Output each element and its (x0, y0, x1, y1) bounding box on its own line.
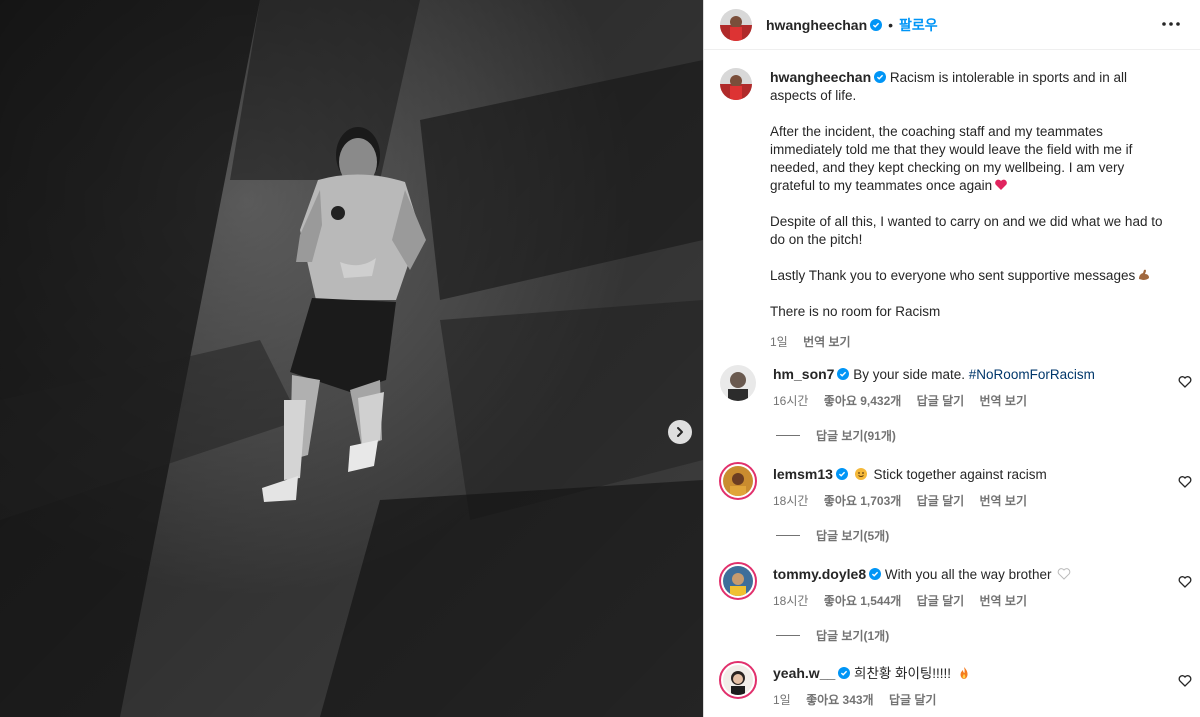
comment-username[interactable]: hm_son7 (773, 366, 834, 382)
caption-username[interactable]: hwangheechan (770, 69, 871, 85)
next-photo-button[interactable] (668, 420, 692, 444)
comment-item: yeah.w__ 희찬황 화이팅!!!!! 1일 좋아요 343개 답글 달기 (719, 661, 1194, 708)
avatar[interactable] (720, 365, 756, 401)
comment-likes[interactable]: 좋아요 343개 (806, 693, 874, 707)
view-replies-label: 답글 보기(5개) (816, 529, 890, 543)
comment-body: lemsm13 Stick together against racism 18… (773, 462, 1194, 509)
smiling-face-icon (854, 468, 867, 480)
verified-badge-icon (838, 667, 851, 679)
avatar[interactable] (719, 462, 757, 500)
white-heart-icon (1057, 568, 1071, 580)
comment-line: tommy.doyle8 With you all the way brothe… (773, 565, 1194, 584)
comment-item: tommy.doyle8 With you all the way brothe… (719, 562, 1194, 609)
caption-text: hwangheechan Racism is intolerable in sp… (770, 68, 1170, 351)
comment-time: 18시간 (773, 494, 809, 508)
comment-likes[interactable]: 좋아요 1,703개 (824, 494, 902, 508)
profile-photo-icon (720, 365, 756, 401)
profile-photo-icon (720, 68, 752, 100)
comment-text: Stick together against racism (873, 467, 1047, 482)
heart-outline-icon[interactable] (1178, 575, 1192, 589)
more-options-button[interactable] (1159, 12, 1183, 36)
red-heart-icon (995, 179, 1007, 190)
translate-button[interactable]: 번역 보기 (980, 594, 1028, 608)
verified-badge-icon (874, 71, 887, 83)
replies-divider (776, 535, 800, 536)
comment-time: 16시간 (773, 394, 809, 408)
comment-text: By your side mate. (853, 367, 969, 382)
reply-button[interactable]: 답글 달기 (917, 594, 965, 608)
view-replies-label: 답글 보기(1개) (816, 629, 890, 643)
comment-line: yeah.w__ 희찬황 화이팅!!!!! (773, 664, 1194, 683)
verified-badge-icon (835, 468, 848, 480)
profile-photo-icon (723, 466, 753, 496)
comment-body: tommy.doyle8 With you all the way brothe… (773, 562, 1194, 609)
post-caption: hwangheechan Racism is intolerable in sp… (720, 68, 1190, 351)
fire-icon (960, 667, 968, 679)
player-photo (0, 0, 703, 717)
caption-paragraph: There is no room for Racism (770, 304, 941, 319)
heart-outline-icon[interactable] (1178, 475, 1192, 489)
post-author-username[interactable]: hwangheechan (766, 17, 867, 33)
comment-meta: 1일 좋아요 343개 답글 달기 (773, 691, 1194, 708)
comment-meta: 16시간 좋아요 9,432개 답글 달기 번역 보기 (773, 392, 1194, 409)
more-horizontal-icon (1162, 22, 1180, 26)
profile-photo-icon (723, 665, 753, 695)
caption-paragraph: Lastly Thank you to everyone who sent su… (770, 268, 1136, 283)
profile-photo-icon (720, 8, 752, 41)
comment-meta: 18시간 좋아요 1,544개 답글 달기 번역 보기 (773, 592, 1194, 609)
translate-button[interactable]: 번역 보기 (980, 394, 1028, 408)
comment-body: hm_son7 By your side mate. #NoRoomForRac… (773, 365, 1194, 409)
view-replies-button[interactable]: 답글 보기(5개) (776, 527, 889, 544)
separator-dot: • (888, 16, 894, 33)
reply-button[interactable]: 답글 달기 (917, 394, 965, 408)
view-replies-button[interactable]: 답글 보기(1개) (776, 627, 889, 644)
comment-time: 18시간 (773, 594, 809, 608)
comment-line: hm_son7 By your side mate. #NoRoomForRac… (773, 365, 1194, 384)
comment-username[interactable]: yeah.w__ (773, 665, 835, 681)
chevron-right-icon (677, 427, 683, 437)
view-replies-button[interactable]: 답글 보기(91개) (776, 427, 896, 444)
verified-badge-icon (837, 368, 850, 380)
comment-time: 1일 (773, 693, 791, 707)
replies-divider (776, 435, 800, 436)
caption-time: 1일 (770, 335, 788, 349)
avatar[interactable] (719, 661, 757, 699)
post-header: hwangheechan • 팔로우 (704, 0, 1200, 50)
caption-meta: 1일 번역 보기 (770, 333, 1170, 351)
instagram-post-view: hwangheechan • 팔로우 hwangheechan Racism i… (0, 0, 1200, 717)
avatar[interactable] (720, 8, 752, 41)
comment-text: With you all the way brother (884, 567, 1052, 582)
post-side-panel: hwangheechan • 팔로우 hwangheechan Racism i… (703, 0, 1200, 717)
comment-body: yeah.w__ 희찬황 화이팅!!!!! 1일 좋아요 343개 답글 달기 (773, 661, 1194, 708)
avatar[interactable] (719, 562, 757, 600)
comment-item: lemsm13 Stick together against racism 18… (719, 462, 1194, 509)
replies-divider (776, 635, 800, 636)
comment-text: 희찬황 화이팅!!!!! (854, 666, 952, 681)
comment-line: lemsm13 Stick together against racism (773, 465, 1194, 484)
heart-outline-icon[interactable] (1178, 674, 1192, 688)
reply-button[interactable]: 답글 달기 (889, 693, 937, 707)
post-photo[interactable] (0, 0, 703, 717)
translate-button[interactable]: 번역 보기 (980, 494, 1028, 508)
translate-button[interactable]: 번역 보기 (803, 335, 851, 349)
verified-badge-icon (869, 568, 882, 580)
profile-photo-icon (723, 566, 753, 596)
reply-button[interactable]: 답글 달기 (917, 494, 965, 508)
comment-likes[interactable]: 좋아요 1,544개 (824, 594, 902, 608)
caption-paragraph: After the incident, the coaching staff a… (770, 124, 1137, 193)
flexed-biceps-icon (1139, 269, 1150, 280)
comment-username[interactable]: lemsm13 (773, 466, 833, 482)
avatar[interactable] (720, 68, 752, 100)
caption-paragraph: Despite of all this, I wanted to carry o… (770, 214, 1167, 247)
comment-likes[interactable]: 좋아요 9,432개 (824, 394, 902, 408)
comment-username[interactable]: tommy.doyle8 (773, 566, 866, 582)
hashtag-link[interactable]: #NoRoomForRacism (969, 367, 1095, 382)
view-replies-label: 답글 보기(91개) (816, 429, 896, 443)
heart-outline-icon[interactable] (1178, 375, 1192, 389)
comment-item: hm_son7 By your side mate. #NoRoomForRac… (720, 365, 1194, 409)
verified-badge-icon (870, 18, 883, 31)
comment-meta: 18시간 좋아요 1,703개 답글 달기 번역 보기 (773, 492, 1194, 509)
follow-button[interactable]: 팔로우 (899, 15, 938, 35)
